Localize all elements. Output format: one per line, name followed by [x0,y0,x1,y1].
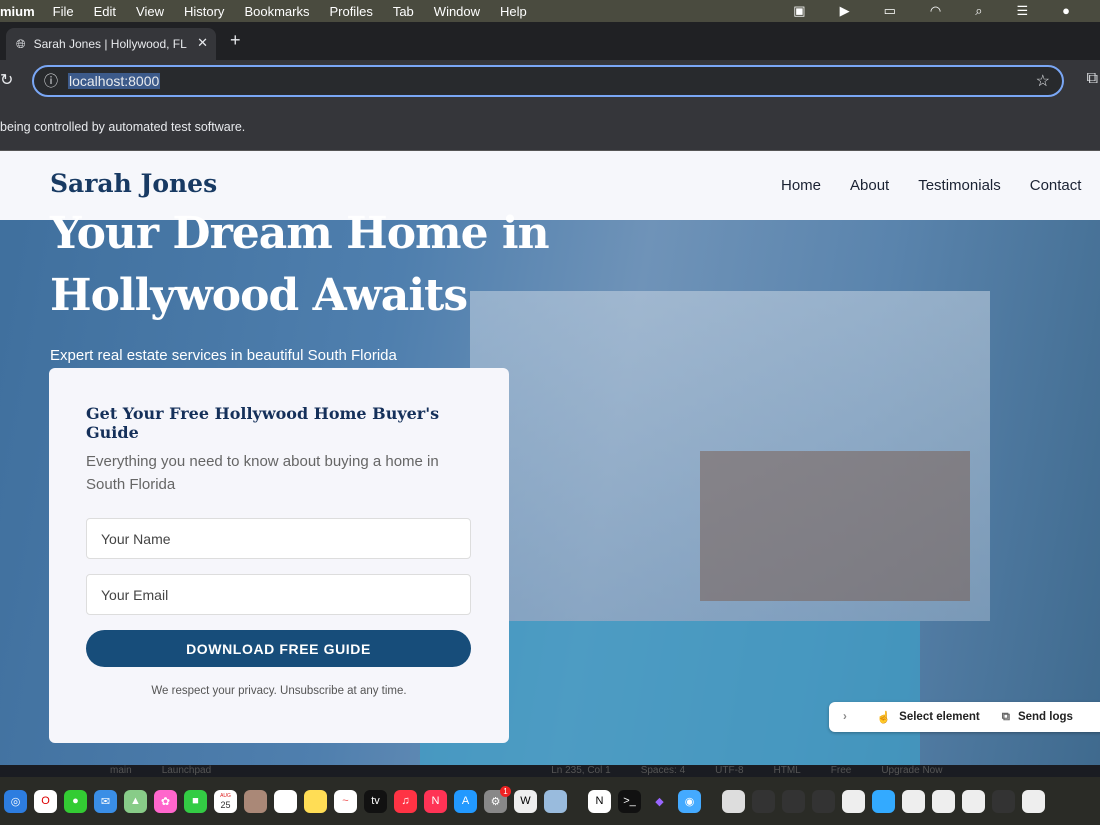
app-menu[interactable]: mium [0,4,35,19]
name-input[interactable] [86,518,471,559]
windsurf-icon[interactable]: W [514,790,537,813]
nav-home[interactable]: Home [781,177,821,194]
system-settings-icon[interactable]: ⚙1 [484,790,507,813]
status-language[interactable]: HTML [774,765,801,777]
info-icon: ⓘ [44,71,58,91]
status-upgrade[interactable]: Upgrade Now [881,765,942,777]
tab-strip: 🌐︎ Sarah Jones | Hollywood, FL ✕ + [0,22,1100,60]
browser-toolbar: ↻ ⓘ localhost:8000 ☆ ⧉ [0,60,1100,102]
infobar-text: being controlled by automated test softw… [0,120,245,134]
download-guide-button[interactable]: DOWNLOAD FREE GUIDE [86,630,471,667]
window-thumbnail[interactable] [812,790,835,813]
privacy-note: We respect your privacy. Unsubscribe at … [86,685,472,697]
photos-icon[interactable]: ✿ [154,790,177,813]
control-center-icon[interactable]: ☰ [1016,3,1028,19]
lead-form-card: Get Your Free Hollywood Home Buyer's Gui… [49,368,509,743]
notification-badge: 1 [500,786,511,797]
extensions-icon[interactable]: ⧉ [1087,70,1098,88]
window-thumbnail[interactable] [962,790,985,813]
window-thumbnail[interactable] [992,790,1015,813]
new-tab-icon[interactable]: + [230,30,241,51]
menu-edit[interactable]: Edit [94,4,116,19]
app-icon[interactable] [244,790,267,813]
menu-bookmarks[interactable]: Bookmarks [244,4,309,19]
messages-icon[interactable]: ● [64,790,87,813]
menu-profiles[interactable]: Profiles [329,4,372,19]
macos-dock: ◎ O ● ✉ ▲ ✿ ■ AUG25 ~ tv ♫ N A ⚙1 W N >_… [0,777,1100,825]
menu-tab[interactable]: Tab [393,4,414,19]
bookmark-star-icon[interactable]: ☆ [1036,71,1050,91]
notion-dock-icon[interactable]: N [588,790,611,813]
avatar-icon[interactable]: ● [1062,3,1070,19]
globe-icon: 🌐︎ [16,37,26,52]
form-title: Get Your Free Hollywood Home Buyer's Gui… [86,404,472,442]
website: Sarah Jones Home About Testimonials Cont… [0,151,1100,773]
facetime-icon[interactable]: ■ [184,790,207,813]
mail-icon[interactable]: ✉ [94,790,117,813]
address-bar[interactable]: ⓘ localhost:8000 ☆ [32,65,1064,97]
menu-help[interactable]: Help [500,4,527,19]
automation-infobar: being controlled by automated test softw… [0,102,1100,151]
tab-title: Sarah Jones | Hollywood, FL [34,37,187,51]
status-launchpad[interactable]: Launchpad [162,765,212,777]
search-icon[interactable]: ⌕ [975,3,982,19]
status-plan[interactable]: Free [831,765,852,777]
email-input[interactable] [86,574,471,615]
window-thumbnail[interactable] [902,790,925,813]
form-description: Everything you need to know about buying… [86,450,472,496]
copy-icon: ⧉ [1002,711,1010,724]
editor-statusbar: main Launchpad Ln 235, Col 1 Spaces: 4 U… [0,765,1100,777]
obsidian-icon[interactable]: ◆ [648,790,671,813]
menu-window[interactable]: Window [434,4,480,19]
play-icon[interactable]: ▶ [840,3,850,19]
safari-icon[interactable]: ◎ [4,790,27,813]
apple-tv-icon[interactable]: tv [364,790,387,813]
freeform-icon[interactable]: ~ [334,790,357,813]
chevron-right-icon[interactable]: › [843,711,847,723]
reload-icon[interactable]: ↻ [0,70,13,90]
hero-subtitle: Expert real estate services in beautiful… [50,347,397,364]
notes-icon[interactable] [304,790,327,813]
news-icon[interactable]: N [424,790,447,813]
status-branch[interactable]: main [110,765,132,777]
window-thumbnail[interactable] [842,790,865,813]
reminders-icon[interactable] [274,790,297,813]
status-encoding[interactable]: UTF-8 [715,765,743,777]
select-element-button[interactable]: Select element [899,711,980,723]
status-cursor[interactable]: Ln 235, Col 1 [551,765,611,777]
window-thumbnail[interactable] [752,790,775,813]
browser-tab[interactable]: 🌐︎ Sarah Jones | Hollywood, FL ✕ [6,28,216,60]
status-spaces[interactable]: Spaces: 4 [641,765,685,777]
notion-icon[interactable]: ▣ [793,3,805,19]
dev-toolbar: › ☝ Select element ⧉ Send logs [829,702,1100,732]
chromium-icon[interactable]: ◉ [678,790,701,813]
opera-icon[interactable]: O [34,790,57,813]
maps-icon[interactable]: ▲ [124,790,147,813]
app-store-icon[interactable]: A [454,790,477,813]
window-thumbnail[interactable] [1022,790,1045,813]
nav-contact[interactable]: Contact [1030,177,1082,194]
url-text[interactable]: localhost:8000 [68,73,160,89]
send-logs-button[interactable]: Send logs [1018,711,1073,723]
battery-icon[interactable]: ▭ [884,3,896,19]
window-thumbnail[interactable] [872,790,895,813]
macos-menubar: mium File Edit View History Bookmarks Pr… [0,0,1100,22]
close-tab-icon[interactable]: ✕ [197,35,208,51]
terminal-icon[interactable]: >_ [618,790,641,813]
window-thumbnail[interactable] [782,790,805,813]
preview-icon[interactable] [544,790,567,813]
hero-title: Your Dream Home in Hollywood Awaits [50,203,610,327]
document-icon[interactable] [722,790,745,813]
site-logo[interactable]: Sarah Jones [50,169,217,198]
nav-about[interactable]: About [850,177,889,194]
wifi-icon[interactable]: ◠ [930,3,941,19]
menu-view[interactable]: View [136,4,164,19]
music-icon[interactable]: ♫ [394,790,417,813]
menu-file[interactable]: File [53,4,74,19]
select-element-icon: ☝ [877,710,891,724]
nav-testimonials[interactable]: Testimonials [918,177,1001,194]
calendar-icon[interactable]: AUG25 [214,790,237,813]
menu-history[interactable]: History [184,4,224,19]
window-thumbnail[interactable] [932,790,955,813]
